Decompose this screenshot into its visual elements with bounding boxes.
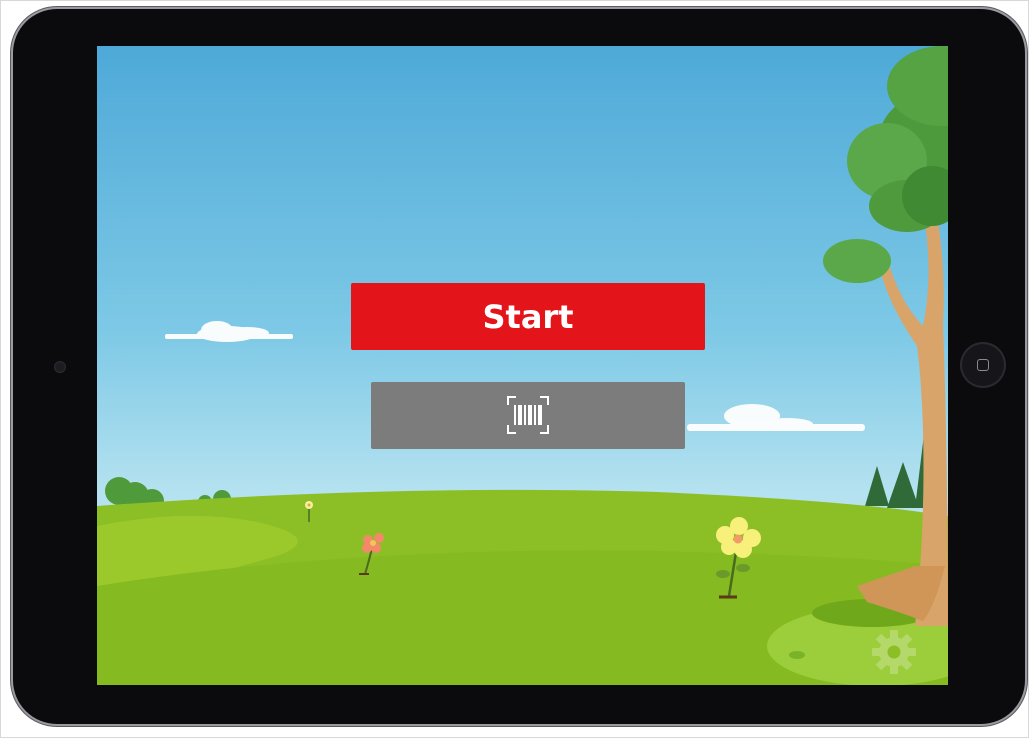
scan-barcode-button[interactable] <box>371 382 685 449</box>
background-scene <box>97 46 948 685</box>
cloud-right <box>687 404 865 431</box>
app-screen: Start <box>97 46 948 685</box>
cloud-left <box>165 321 293 342</box>
tablet-device: Start <box>13 9 1025 724</box>
home-button[interactable] <box>960 342 1006 388</box>
screenshot-frame: Start <box>0 0 1029 738</box>
front-camera <box>54 361 66 373</box>
start-button[interactable]: Start <box>351 283 705 350</box>
home-button-icon <box>977 359 989 371</box>
barcode-scan-icon <box>507 396 549 434</box>
gear-icon[interactable] <box>870 628 918 676</box>
